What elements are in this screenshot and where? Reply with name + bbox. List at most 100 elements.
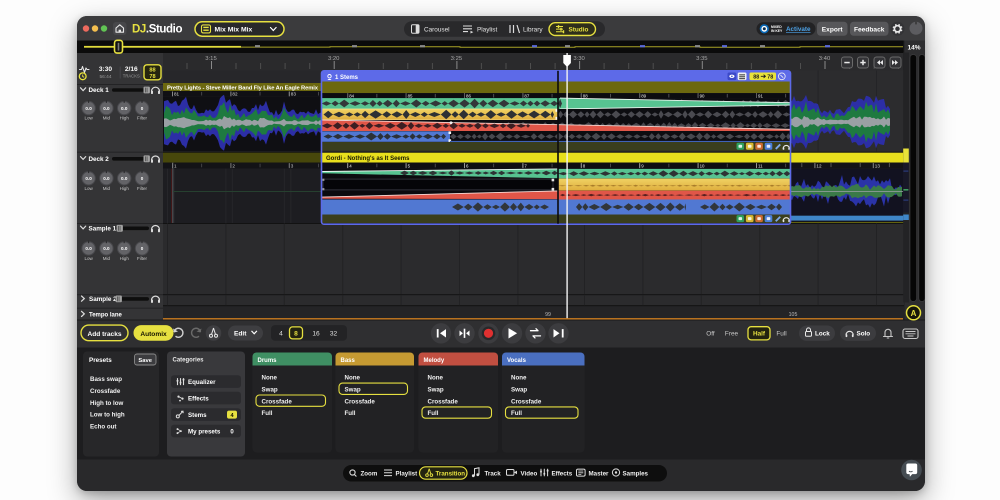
svg-text:Solo: Solo <box>857 330 871 337</box>
svg-text:Video: Video <box>521 470 538 477</box>
svg-text:A: A <box>911 308 917 317</box>
svg-text:Deck 1: Deck 1 <box>89 87 110 94</box>
svg-text:90: 90 <box>700 93 705 98</box>
svg-text:Crossfade: Crossfade <box>428 398 459 405</box>
svg-text:0.0: 0.0 <box>121 246 128 251</box>
svg-text:Activate: Activate <box>786 26 811 33</box>
svg-text:0.0: 0.0 <box>121 105 128 110</box>
svg-text:Full: Full <box>262 410 273 417</box>
svg-text:0.0: 0.0 <box>103 176 110 181</box>
svg-text:13: 13 <box>875 163 881 168</box>
svg-text:87: 87 <box>524 93 529 98</box>
svg-text:Studio: Studio <box>569 26 589 33</box>
svg-text:Automix: Automix <box>140 330 167 337</box>
svg-text:11: 11 <box>758 163 763 168</box>
svg-text:Melody: Melody <box>424 358 445 364</box>
svg-text:105: 105 <box>789 312 798 318</box>
svg-text:My presets: My presets <box>188 428 221 435</box>
svg-text:Bass: Bass <box>341 358 356 364</box>
svg-text:Drums: Drums <box>258 358 278 364</box>
svg-text:0: 0 <box>141 246 144 251</box>
svg-text:Transition: Transition <box>436 470 466 477</box>
svg-text:High: High <box>120 185 130 190</box>
svg-text:Swap: Swap <box>511 386 527 393</box>
svg-text:4: 4 <box>279 330 283 337</box>
svg-text:DJ.Studio: DJ.Studio <box>132 23 182 35</box>
svg-text:83: 83 <box>291 91 297 96</box>
svg-text:82: 82 <box>232 91 238 96</box>
svg-text:Edit: Edit <box>234 330 247 337</box>
svg-text:None: None <box>511 374 527 381</box>
svg-text:Filter: Filter <box>137 115 148 120</box>
svg-text:High to low: High to low <box>90 399 124 406</box>
svg-text:12: 12 <box>816 163 822 168</box>
svg-text:Track: Track <box>485 470 502 477</box>
svg-text:0.0: 0.0 <box>85 176 92 181</box>
svg-text:Carousel: Carousel <box>424 26 450 33</box>
svg-text:0.0: 0.0 <box>103 246 110 251</box>
svg-text:Swap: Swap <box>345 386 361 393</box>
svg-text:Filter: Filter <box>137 185 148 190</box>
svg-text:Full: Full <box>428 410 439 417</box>
svg-text:Library: Library <box>523 26 543 33</box>
svg-text:Crossfade: Crossfade <box>262 398 293 405</box>
svg-text:8: 8 <box>294 330 298 337</box>
svg-text:3: 3 <box>291 163 294 168</box>
svg-text:Playlist: Playlist <box>477 26 497 33</box>
svg-text:0.0: 0.0 <box>85 105 92 110</box>
svg-text:0.0: 0.0 <box>121 176 128 181</box>
svg-text:Deck 2: Deck 2 <box>89 155 110 162</box>
svg-text:85: 85 <box>408 93 413 98</box>
svg-text:0: 0 <box>141 105 144 110</box>
svg-text:None: None <box>345 374 361 381</box>
svg-text:16: 16 <box>312 330 320 337</box>
svg-text:Export: Export <box>822 26 844 33</box>
svg-text:88: 88 <box>583 93 588 98</box>
svg-text:Presets: Presets <box>89 357 112 364</box>
svg-text:Low: Low <box>84 255 93 260</box>
svg-text:Mid: Mid <box>103 255 111 260</box>
svg-text:81: 81 <box>174 91 180 96</box>
svg-text:Effects: Effects <box>188 395 209 402</box>
svg-text:14%: 14% <box>907 44 920 51</box>
svg-text:Low to high: Low to high <box>90 411 125 418</box>
svg-text:Free: Free <box>725 330 739 337</box>
svg-text:88: 88 <box>149 67 155 73</box>
svg-text:Half: Half <box>753 330 766 337</box>
svg-text:2/16: 2/16 <box>125 65 138 72</box>
svg-text:88: 88 <box>753 74 759 80</box>
svg-text:Mid: Mid <box>103 185 111 190</box>
svg-text:1: 1 <box>174 163 177 168</box>
svg-text:Crossfade: Crossfade <box>90 387 121 394</box>
svg-text:Sample 1: Sample 1 <box>89 225 117 232</box>
svg-text:Add tracks: Add tracks <box>87 330 121 337</box>
svg-text:None: None <box>428 374 444 381</box>
svg-text:Effects: Effects <box>552 470 573 477</box>
svg-text:Stems: Stems <box>188 412 207 419</box>
svg-text:10: 10 <box>700 163 705 168</box>
svg-text:2: 2 <box>232 163 235 168</box>
svg-text:Tempo lane: Tempo lane <box>89 312 123 318</box>
svg-text:Swap: Swap <box>428 386 444 393</box>
svg-text:1 Stems: 1 Stems <box>335 74 359 80</box>
svg-text:Vocals: Vocals <box>507 358 527 364</box>
svg-text:Zoom: Zoom <box>361 470 378 477</box>
svg-text:None: None <box>262 374 278 381</box>
svg-text:Echo out: Echo out <box>90 423 116 430</box>
svg-text:0: 0 <box>141 176 144 181</box>
svg-text:TRACKS: TRACKS <box>123 73 140 78</box>
svg-text:High: High <box>120 255 130 260</box>
svg-text:3:30: 3:30 <box>99 65 113 72</box>
svg-text:78: 78 <box>149 74 155 80</box>
svg-text:Mid: Mid <box>103 115 111 120</box>
svg-text:78: 78 <box>767 74 773 80</box>
svg-text:Pretty Lights - Steve Miller B: Pretty Lights - Steve Miller Band Fly Li… <box>167 85 319 91</box>
svg-text:Mix Mix Mix: Mix Mix Mix <box>215 26 253 33</box>
svg-text:Save: Save <box>138 357 152 363</box>
svg-text:Master: Master <box>589 470 610 477</box>
svg-text:0.0: 0.0 <box>85 246 92 251</box>
svg-text:Full: Full <box>511 410 522 417</box>
svg-text:Crossfade: Crossfade <box>345 398 376 405</box>
svg-text:89: 89 <box>641 93 646 98</box>
svg-text:91: 91 <box>758 93 763 98</box>
